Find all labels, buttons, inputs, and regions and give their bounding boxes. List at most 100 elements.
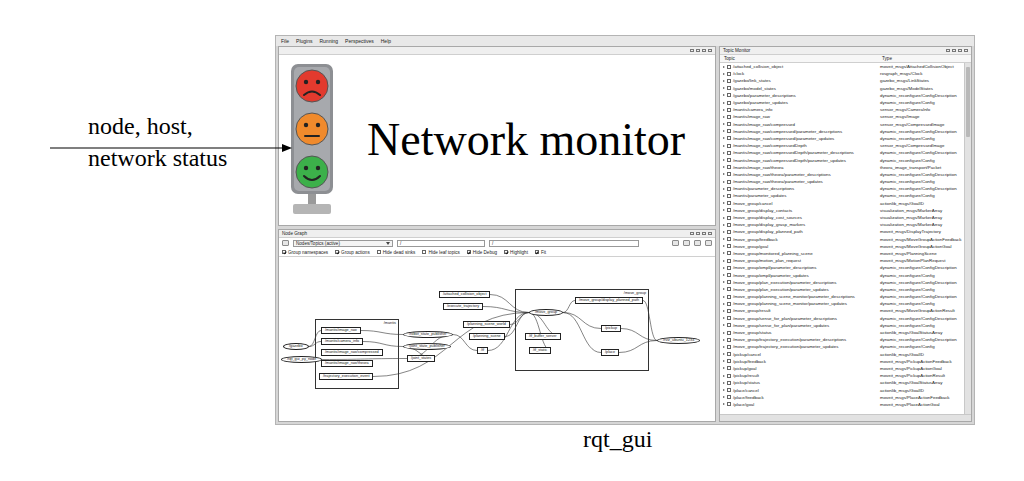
checkbox[interactable] [727,187,731,191]
checkbox[interactable] [422,250,426,254]
checkbox[interactable] [727,388,731,392]
topic-row[interactable]: /gazebo/model_statesgazebo_msgs/ModelSta… [720,85,964,92]
graph-option[interactable]: Fit [535,250,546,255]
panel-control-icon[interactable] [696,49,700,52]
topic-row[interactable]: /move_group/sense_for_plan/parameter_des… [720,315,964,322]
checkbox[interactable] [727,86,731,90]
menu-item[interactable]: Plugins [296,38,312,44]
checkbox[interactable] [727,309,731,313]
expand-icon[interactable] [723,339,725,341]
checkbox[interactable] [467,250,471,254]
checkbox[interactable] [727,302,731,306]
topic-row[interactable]: /move_group/ompl/parameter_descriptionsd… [720,264,964,271]
graph-topic[interactable]: /execute_trajectory [443,303,483,310]
checkbox[interactable] [727,201,731,205]
topic-row[interactable]: /move_group/cancelactionlib_msgs/GoalID [720,200,964,207]
expand-icon[interactable] [723,296,725,298]
graph-topic[interactable]: /mantis/image_raw [321,327,361,334]
expand-icon[interactable] [723,238,725,240]
checkbox[interactable] [727,280,731,284]
expand-icon[interactable] [723,173,725,175]
checkbox[interactable] [727,65,731,69]
expand-icon[interactable] [723,260,725,262]
checkbox[interactable] [727,230,731,234]
panel-control-icon[interactable] [702,49,706,52]
refresh-icon[interactable] [282,240,289,246]
expand-icon[interactable] [723,332,725,334]
topic-row[interactable]: /move_group/goalmoveit_msgs/MoveGroupAct… [720,243,964,250]
expand-icon[interactable] [723,360,725,362]
graph-topic[interactable]: /planning_scene [469,333,505,340]
expand-icon[interactable] [723,217,725,219]
topic-row[interactable]: /move_group/trajectory_execution/paramet… [720,343,964,350]
expand-icon[interactable] [723,375,725,377]
expand-icon[interactable] [723,123,725,125]
expand-icon[interactable] [723,274,725,276]
topic-row[interactable]: /pickup/resultmoveit_msgs/PickupActionRe… [720,372,964,379]
menu-item[interactable]: Perspectives [345,38,374,44]
checkbox[interactable] [727,129,731,133]
topic-row[interactable]: /move_group/statusactionlib_msgs/GoalSta… [720,329,964,336]
checkbox[interactable] [727,72,731,76]
panel-control-icon[interactable] [952,49,956,52]
graph-node[interactable]: /joint_state_publisher [403,343,451,350]
topic-row[interactable]: /mantis/image_raw/compressedDepth/parame… [720,149,964,156]
graph-option[interactable]: Hide dead sinks [377,250,416,255]
panel-control-icon[interactable] [708,232,712,235]
graph-option[interactable]: Group actions [335,250,370,255]
checkbox[interactable] [727,316,731,320]
checkbox[interactable] [504,250,508,254]
expand-icon[interactable] [723,181,725,183]
panel-control-icon[interactable] [964,49,968,52]
topic-row[interactable]: /move_group/plan_execution/parameter_des… [720,279,964,286]
expand-icon[interactable] [723,310,725,312]
topic-row[interactable]: /clockrosgraph_msgs/Clock [720,70,964,77]
expand-icon[interactable] [723,317,725,319]
checkbox[interactable] [727,366,731,370]
checkbox[interactable] [727,237,731,241]
checkbox[interactable] [535,250,539,254]
topic-row[interactable]: /pickup/goalmoveit_msgs/PickupActionGoal [720,365,964,372]
expand-icon[interactable] [723,367,725,369]
checkbox[interactable] [727,338,731,342]
expand-icon[interactable] [723,94,725,96]
checkbox[interactable] [727,108,731,112]
expand-icon[interactable] [723,224,725,226]
topic-row[interactable]: /place/goalmoveit_msgs/PlaceActionGoal [720,401,964,408]
expand-icon[interactable] [723,159,725,161]
topic-row[interactable]: /mantis/image_raw/theora/parameter_updat… [720,178,964,185]
checkbox[interactable] [282,250,286,254]
expand-icon[interactable] [723,389,725,391]
expand-icon[interactable] [723,137,725,139]
graph-topic[interactable]: /tf [477,347,488,354]
topic-row[interactable]: /move_group/display_cost_sourcesvisualiz… [720,214,964,221]
topic-row[interactable]: /pickup/cancelactionlib_msgs/GoalID [720,351,964,358]
checkbox[interactable] [727,395,731,399]
checkbox[interactable] [727,381,731,385]
expand-icon[interactable] [723,145,725,147]
checkbox[interactable] [727,295,731,299]
checkbox[interactable] [727,223,731,227]
checkbox[interactable] [727,259,731,263]
topic-row[interactable]: /mantis/image_raw/compressedsensor_msgs/… [720,121,964,128]
topic-row[interactable]: /move_group/monitored_planning_scenemove… [720,250,964,257]
topic-row[interactable]: /place/cancelactionlib_msgs/GoalID [720,386,964,393]
filter-field[interactable]: / [489,240,639,247]
checkbox[interactable] [727,194,731,198]
expand-icon[interactable] [723,166,725,168]
menu-item[interactable]: Help [381,38,391,44]
topic-row[interactable]: /mantis/camera_infosensor_msgs/CameraInf… [720,106,964,113]
expand-icon[interactable] [723,130,725,132]
topic-row[interactable]: /mantis/image_raw/theoratheora_image_tra… [720,164,964,171]
panel-control-icon[interactable] [690,49,694,52]
topic-row[interactable]: /move_group/plan_execution/parameter_upd… [720,286,964,293]
expand-icon[interactable] [723,245,725,247]
checkbox[interactable] [727,331,731,335]
checkbox[interactable] [727,93,731,97]
graph-topic[interactable]: /pickup [601,325,621,332]
graph-node[interactable]: /rqt_gui_py_node [281,356,322,363]
graph-topic[interactable]: /tf_static [529,347,551,354]
expand-icon[interactable] [723,102,725,104]
topic-row[interactable]: /mantis/image_raw/compressedDepthsensor_… [720,142,964,149]
graph-node[interactable]: /gazebo [283,343,309,350]
